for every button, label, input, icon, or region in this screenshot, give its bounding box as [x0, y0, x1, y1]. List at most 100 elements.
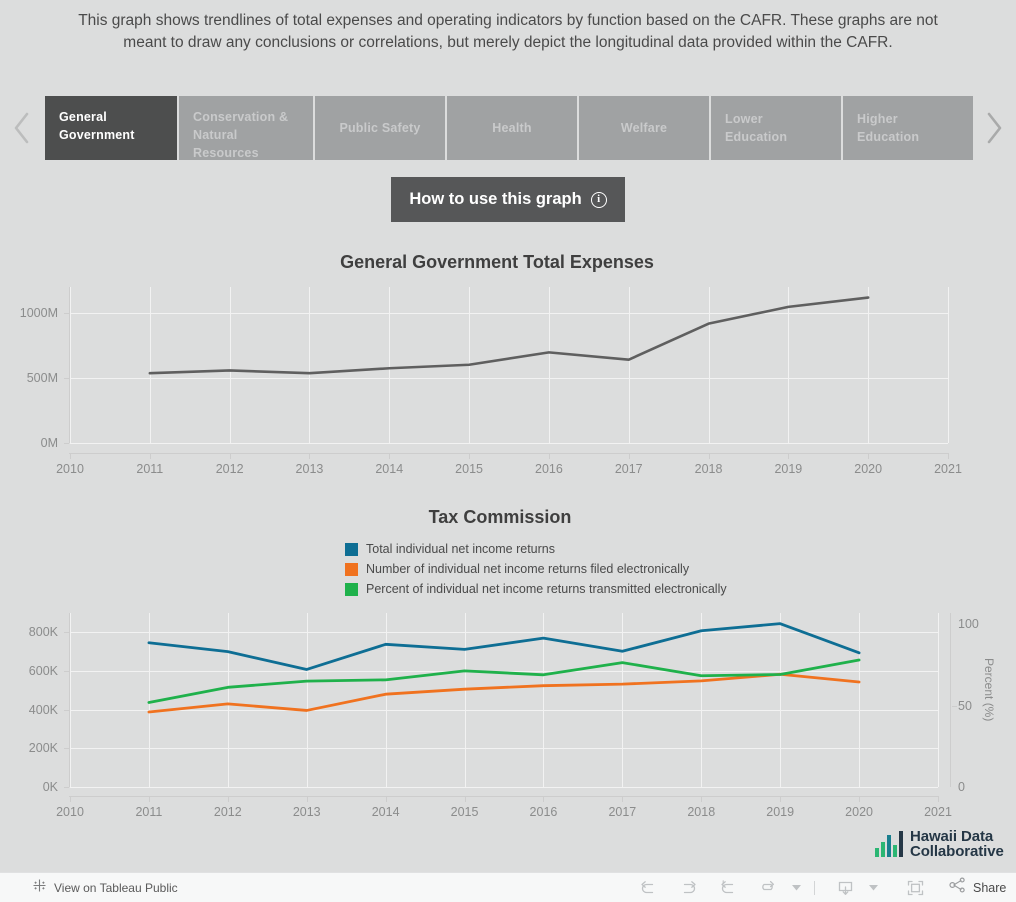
- tableau-toolbar: View on Tableau Public Share: [0, 872, 1016, 902]
- gridline-horizontal: [70, 787, 938, 788]
- x-axis-tick-label: 2017: [608, 805, 637, 819]
- legend-item[interactable]: Total individual net income returns: [345, 539, 727, 559]
- tab-general-government[interactable]: General Government: [45, 96, 177, 160]
- chart-series-canvas: [147, 622, 861, 714]
- share-label: Share: [973, 880, 1007, 895]
- x-axis-tick-label: 2013: [295, 462, 324, 476]
- undo-icon[interactable]: [628, 873, 668, 902]
- x-axis-tick-mark: [622, 797, 624, 802]
- logo-bars-icon: [875, 831, 903, 857]
- x-axis-line: [69, 796, 939, 797]
- x-axis-tick-label: 2012: [215, 462, 244, 476]
- x-axis-tick-mark: [628, 454, 630, 459]
- x-axis-tick-mark: [469, 454, 471, 459]
- refresh-caret-down-icon[interactable]: [788, 884, 804, 891]
- series-line[interactable]: [147, 622, 861, 671]
- view-on-tableau-public-label: View on Tableau Public: [54, 880, 178, 895]
- legend-color-swatch: [345, 582, 358, 596]
- x-axis-tick-label: 2019: [774, 462, 803, 476]
- y-axis-tick-label: 0M: [40, 436, 58, 450]
- x-axis-tick-label: 2019: [766, 805, 795, 819]
- x-axis-tick-label: 2016: [529, 805, 558, 819]
- legend-color-swatch: [345, 562, 358, 576]
- fullscreen-icon[interactable]: [895, 873, 935, 902]
- tab-public-safety[interactable]: Public Safety: [315, 96, 445, 160]
- y2-axis-tick-label: 100: [958, 617, 979, 632]
- chart-2-legend: Total individual net income returns Numbe…: [345, 539, 727, 599]
- tableau-icon: [32, 878, 47, 898]
- tab-welfare[interactable]: Welfare: [579, 96, 709, 160]
- tab-health[interactable]: Health: [447, 96, 577, 160]
- x-axis-tick-mark: [70, 797, 71, 802]
- x-axis-tick-mark: [543, 797, 545, 802]
- share-icon: [949, 877, 966, 898]
- legend-item[interactable]: Percent of individual net income returns…: [345, 579, 727, 599]
- chart-1-title: General Government Total Expenses: [340, 252, 654, 272]
- legend-item[interactable]: Number of individual net income returns …: [345, 559, 727, 579]
- x-axis-tick-mark: [548, 454, 550, 459]
- tableau-dashboard: This graph shows trendlines of total exp…: [0, 0, 1016, 902]
- x-axis-tick-label: 2012: [213, 805, 242, 819]
- x-axis-tick-label: 2014: [375, 462, 404, 476]
- view-on-tableau-public-button[interactable]: View on Tableau Public: [32, 878, 178, 898]
- y-axis-tick-label: 600K: [28, 664, 58, 678]
- x-axis-tick-mark: [948, 454, 949, 459]
- revert-icon[interactable]: [708, 873, 748, 902]
- y2-axis-tick-label: 0: [958, 780, 965, 794]
- y-axis-tick-label: 800K: [28, 625, 58, 640]
- series-line[interactable]: [148, 296, 870, 375]
- x-axis-tick-mark: [780, 797, 782, 802]
- how-to-use-graph-button[interactable]: How to use this graph i: [391, 177, 625, 222]
- x-axis-tick-label: 2015: [450, 805, 479, 819]
- hawaii-data-collaborative-logo: Hawaii Data Collaborative: [875, 829, 1004, 859]
- tab-lower-education[interactable]: Lower Education: [711, 96, 841, 160]
- tab-prev-arrow[interactable]: [0, 96, 44, 160]
- function-tabs: General Government Conservation & Natural…: [45, 96, 973, 160]
- share-button[interactable]: Share: [949, 877, 1006, 898]
- legend-label: Total individual net income returns: [366, 542, 555, 556]
- legend-label: Number of individual net income returns …: [366, 562, 690, 576]
- gridline-vertical: [948, 287, 949, 443]
- x-axis-tick-label: 2014: [371, 805, 400, 819]
- x-axis-tick-label: 2011: [136, 462, 164, 476]
- tab-higher-education[interactable]: Higher Education: [843, 96, 973, 160]
- y2-axis-caption: Percent (%): [982, 658, 996, 722]
- howto-button-container: How to use this graph i: [0, 177, 1016, 222]
- download-caret-down-icon[interactable]: [865, 884, 881, 891]
- x-axis-tick-mark: [464, 797, 466, 802]
- download-icon[interactable]: [825, 873, 865, 902]
- tab-label: Health: [492, 121, 532, 135]
- legend-label: Percent of individual net income returns…: [366, 582, 727, 596]
- tab-label: General Government: [59, 110, 135, 142]
- y2-axis-line: [950, 613, 951, 787]
- y-axis-tick-label: 0K: [42, 780, 58, 794]
- toolbar-divider: [814, 880, 815, 895]
- function-tab-strip: General Government Conservation & Natural…: [0, 96, 1016, 160]
- x-axis-tick-mark: [229, 454, 231, 459]
- x-axis-tick-mark: [227, 797, 229, 802]
- y-axis-tick-mark: [64, 443, 69, 444]
- y-axis-tick-mark: [64, 787, 69, 788]
- x-axis-tick-mark: [708, 454, 710, 459]
- tab-label: Welfare: [620, 121, 668, 135]
- x-axis-tick-label: 2017: [614, 462, 643, 476]
- howto-label: How to use this graph: [409, 190, 582, 208]
- x-axis-tick-mark: [859, 797, 861, 802]
- x-axis-tick-label: 2021: [924, 805, 952, 819]
- x-axis-tick-mark: [70, 454, 71, 459]
- tab-conservation-natural-resources[interactable]: Conservation & Natural Resources: [179, 96, 313, 160]
- x-axis-tick-label: 2020: [845, 805, 873, 819]
- logo-line-1: Hawaii Data: [910, 828, 994, 845]
- y-axis-tick-label: 400K: [28, 702, 58, 717]
- series-line[interactable]: [147, 658, 861, 704]
- x-axis-tick-mark: [389, 454, 391, 459]
- y2-axis-tick-mark: [952, 705, 957, 707]
- x-axis-tick-mark: [306, 797, 308, 802]
- refresh-icon[interactable]: [748, 873, 788, 902]
- tab-label: Higher Education: [857, 112, 920, 144]
- redo-icon[interactable]: [668, 873, 708, 902]
- chart-2-title: Tax Commission: [428, 507, 572, 527]
- x-axis-tick-label: 2013: [292, 805, 321, 819]
- tab-next-arrow[interactable]: [972, 96, 1016, 160]
- series-line[interactable]: [147, 672, 861, 714]
